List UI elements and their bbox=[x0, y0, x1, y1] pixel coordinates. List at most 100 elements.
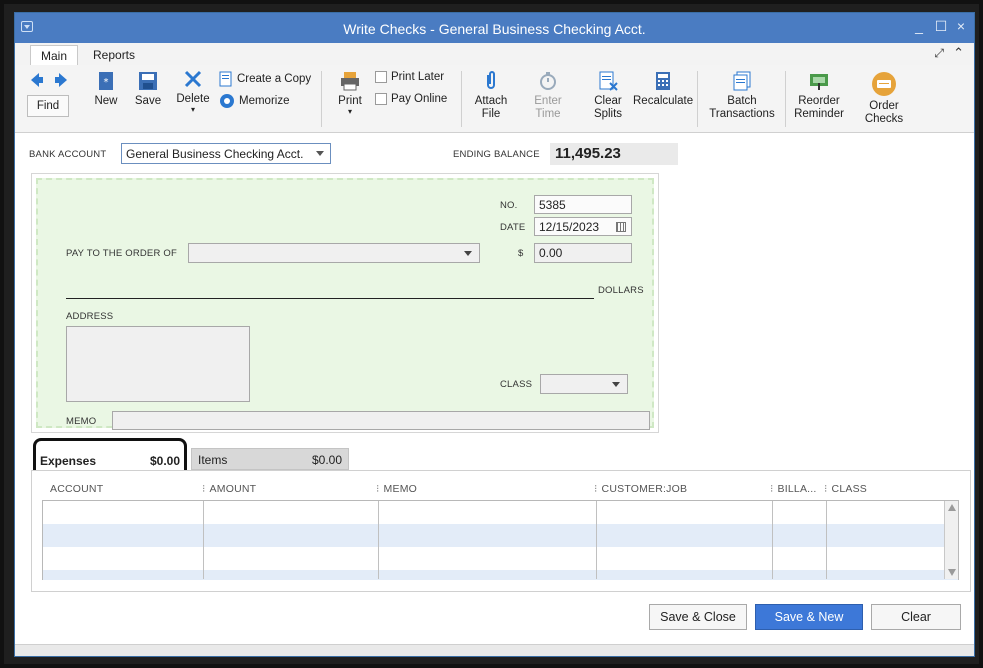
reorder-reminder-button[interactable]: Reorder Reminder bbox=[793, 71, 845, 121]
svg-text:*: * bbox=[104, 77, 109, 88]
ribbon-divider bbox=[697, 71, 698, 127]
column-header-class-label: CLASS bbox=[831, 483, 867, 495]
ribbon-divider bbox=[321, 71, 322, 127]
address-field[interactable] bbox=[66, 326, 250, 402]
amount-words-line bbox=[66, 298, 594, 299]
reorder-label-1: Reorder bbox=[798, 95, 840, 107]
column-header-billable-label: BILLA... bbox=[777, 483, 817, 495]
pay-online-checkbox[interactable]: Pay Online bbox=[375, 93, 447, 105]
tab-reports[interactable]: Reports bbox=[83, 45, 145, 65]
check-date-field[interactable]: 12/15/2023 bbox=[534, 217, 632, 236]
column-header-class[interactable]: ⁝ CLASS bbox=[824, 483, 867, 495]
column-header-account[interactable]: ACCOUNT bbox=[50, 483, 103, 495]
attach-file-label-2: File bbox=[481, 108, 501, 120]
expand-icon[interactable]: ⤢ bbox=[934, 46, 944, 61]
new-icon: * bbox=[99, 72, 113, 90]
print-later-checkbox[interactable]: Print Later bbox=[375, 71, 444, 83]
clear-splits-button[interactable]: Clear Splits bbox=[590, 71, 626, 121]
find-button[interactable]: Find bbox=[27, 95, 69, 117]
dropdown-arrow-icon[interactable] bbox=[316, 151, 324, 156]
new-button[interactable]: * New bbox=[91, 71, 121, 108]
save-button[interactable]: Save bbox=[133, 71, 163, 108]
attach-file-button[interactable]: Attach File bbox=[471, 71, 511, 121]
clear-button[interactable]: Clear bbox=[871, 604, 961, 630]
ribbon-divider bbox=[785, 71, 786, 127]
grid-body bbox=[42, 500, 959, 580]
column-divider bbox=[596, 501, 597, 579]
column-header-customer-job[interactable]: ⁝ CUSTOMER:JOB bbox=[594, 483, 687, 495]
amount-field[interactable]: 0.00 bbox=[534, 243, 632, 263]
print-button[interactable]: Print ▾ bbox=[335, 71, 365, 116]
check-date-value: 12/15/2023 bbox=[539, 220, 600, 234]
ending-balance-value: 11,495.23 bbox=[550, 143, 678, 165]
table-row[interactable] bbox=[43, 547, 958, 570]
column-divider bbox=[772, 501, 773, 579]
attach-file-label-1: Attach bbox=[474, 95, 508, 107]
check-date-label: DATE bbox=[500, 222, 526, 233]
prev-next-arrows-icon[interactable] bbox=[29, 71, 69, 89]
scroll-down-icon[interactable] bbox=[948, 569, 956, 576]
enter-time-label-2: Time bbox=[535, 108, 561, 120]
check-no-label: NO. bbox=[500, 200, 518, 211]
print-later-label: Print Later bbox=[391, 71, 445, 83]
enter-time-button[interactable]: Enter Time bbox=[529, 71, 567, 121]
delete-label: Delete bbox=[176, 93, 210, 105]
bank-account-label: BANK ACCOUNT bbox=[29, 149, 107, 160]
delete-button[interactable]: Delete ▾ bbox=[175, 69, 211, 114]
stopwatch-icon bbox=[540, 72, 556, 90]
copy-icon bbox=[219, 71, 232, 87]
column-header-memo[interactable]: ⁝ MEMO bbox=[376, 483, 417, 495]
print-later-box[interactable] bbox=[375, 71, 387, 83]
save-label: Save bbox=[134, 95, 162, 107]
expenses-tab-label: Expenses bbox=[40, 454, 97, 468]
close-button[interactable]: × bbox=[952, 18, 970, 34]
pay-online-box[interactable] bbox=[375, 93, 387, 105]
pay-to-label: PAY TO THE ORDER OF bbox=[66, 248, 177, 259]
memo-field[interactable] bbox=[112, 411, 650, 430]
batch-transactions-button[interactable]: Batch Transactions bbox=[707, 71, 777, 121]
save-new-button[interactable]: Save & New bbox=[755, 604, 863, 630]
scroll-up-icon[interactable] bbox=[948, 504, 956, 511]
order-checks-button[interactable]: Order Checks bbox=[861, 71, 907, 126]
column-header-amount-label: AMOUNT bbox=[209, 483, 257, 495]
paperclip-icon bbox=[487, 71, 495, 89]
tab-main[interactable]: Main bbox=[30, 45, 79, 65]
batch-transactions-icon bbox=[733, 71, 751, 91]
maximize-button[interactable]: ☐ bbox=[932, 18, 950, 35]
table-row[interactable] bbox=[43, 501, 958, 524]
bank-account-combo[interactable]: General Business Checking Acct. bbox=[121, 143, 331, 164]
check-number-field[interactable]: 5385 bbox=[534, 195, 632, 214]
recalculate-button[interactable]: Recalculate bbox=[633, 71, 693, 108]
column-header-billable[interactable]: ⁝ BILLA... bbox=[770, 483, 817, 495]
column-divider bbox=[378, 501, 379, 579]
table-row[interactable] bbox=[43, 524, 958, 547]
column-header-amount[interactable]: ⁝ AMOUNT bbox=[202, 483, 256, 495]
vertical-scrollbar[interactable] bbox=[944, 501, 958, 579]
save-icon bbox=[139, 72, 157, 90]
ribbon-toolbar: Find * New Save Delete ▾ Create a Copy M… bbox=[15, 65, 974, 133]
ribbon-divider bbox=[461, 71, 462, 127]
tab-items[interactable]: Items $0.00 bbox=[191, 448, 349, 470]
column-header-customer-job-label: CUSTOMER:JOB bbox=[601, 483, 688, 495]
order-checks-label-1: Order bbox=[869, 100, 899, 112]
class-combo[interactable] bbox=[540, 374, 628, 394]
payee-combo[interactable] bbox=[188, 243, 480, 263]
menu-tabs: Main Reports ⤢ ⌃ bbox=[15, 43, 974, 65]
dropdown-arrow-icon[interactable] bbox=[464, 251, 472, 256]
title-bar: Write Checks - General Business Checking… bbox=[15, 13, 974, 43]
calendar-icon[interactable] bbox=[616, 222, 626, 232]
clear-splits-label-1: Clear bbox=[594, 95, 622, 107]
dropdown-arrow-icon[interactable] bbox=[612, 382, 620, 387]
column-divider bbox=[203, 501, 204, 579]
create-copy-button[interactable]: Create a Copy bbox=[219, 71, 311, 87]
collapse-ribbon-icon[interactable]: ⌃ bbox=[953, 45, 964, 61]
status-bar bbox=[15, 644, 974, 656]
print-label: Print bbox=[338, 95, 362, 107]
new-label: New bbox=[94, 95, 118, 107]
batch-label-1: Batch bbox=[727, 95, 757, 107]
memorize-icon bbox=[220, 94, 234, 108]
save-close-button[interactable]: Save & Close bbox=[649, 604, 747, 630]
minimize-button[interactable]: _ bbox=[910, 18, 928, 34]
memorize-button[interactable]: Memorize bbox=[219, 93, 289, 109]
table-row[interactable] bbox=[43, 570, 958, 580]
